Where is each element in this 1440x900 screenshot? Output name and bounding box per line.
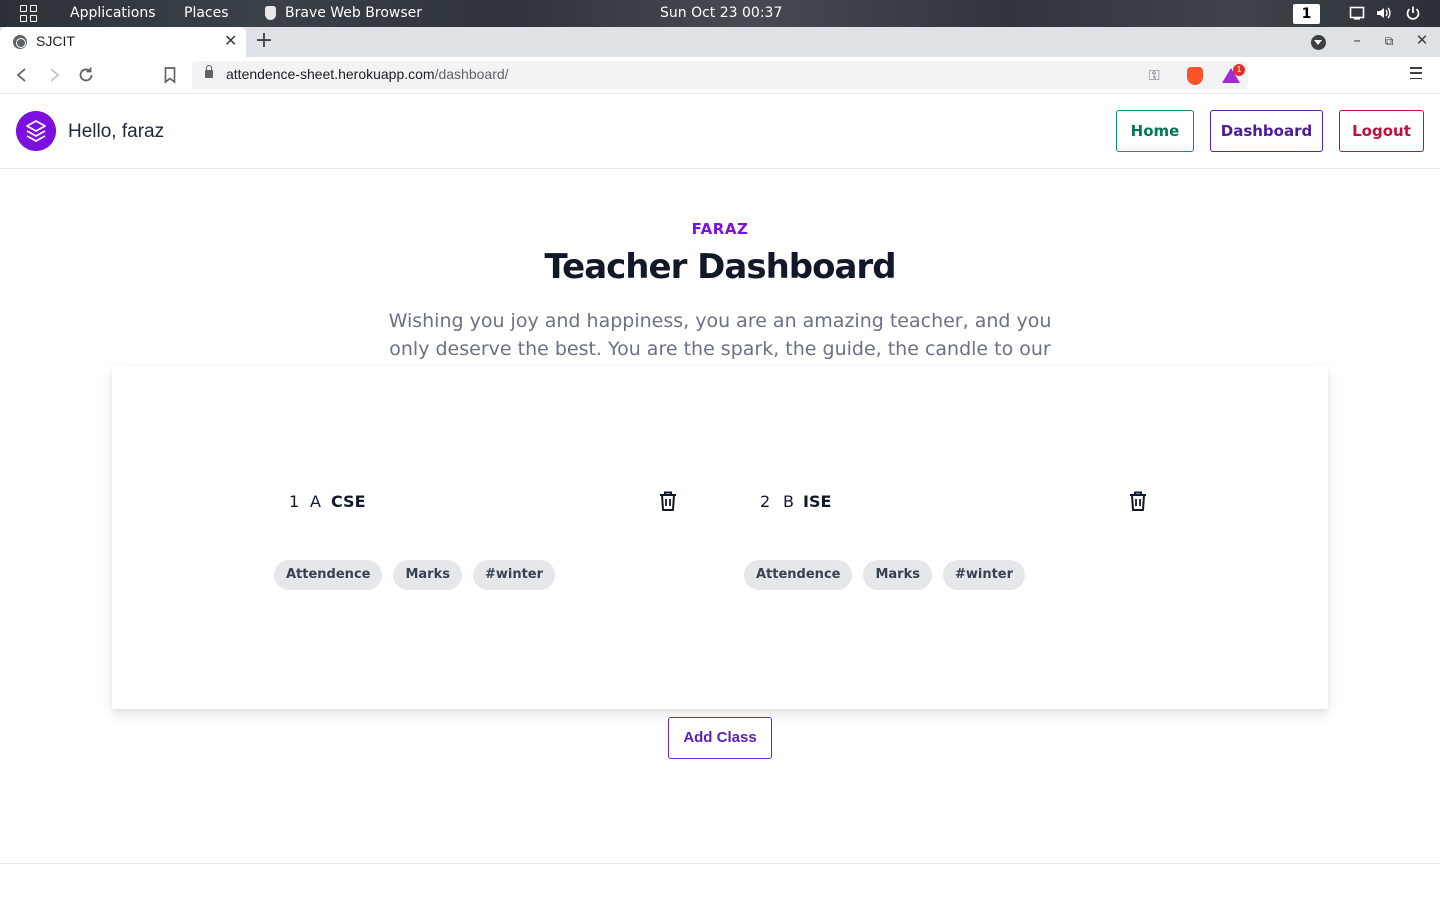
volume-icon[interactable] (1376, 5, 1392, 21)
forward-icon[interactable] (44, 65, 64, 85)
browser-toolbar: attendence-sheet.herokuapp.com/dashboard… (0, 57, 1440, 94)
address-bar[interactable]: attendence-sheet.herokuapp.com/dashboard… (192, 61, 1248, 89)
layers-logo-icon[interactable] (16, 111, 56, 151)
applications-menu[interactable]: Applications (70, 5, 156, 22)
close-window-icon[interactable]: ✕ (1413, 31, 1431, 49)
trash-icon[interactable] (658, 490, 678, 512)
trash-icon[interactable] (1128, 490, 1148, 512)
rewards-badge: 1 (1233, 64, 1245, 76)
tab-strip: SJCIT ✕ + – ⧉ ✕ (0, 27, 1440, 57)
class-department: ISE (803, 492, 832, 511)
lock-icon[interactable] (205, 65, 213, 78)
add-class-button[interactable]: Add Class (668, 717, 772, 759)
class-section: A (310, 492, 321, 511)
active-app-label[interactable]: Brave Web Browser (285, 5, 422, 22)
places-menu[interactable]: Places (184, 5, 229, 22)
tag-season[interactable]: #winter (472, 560, 556, 590)
minimize-icon[interactable]: – (1348, 31, 1366, 49)
power-icon[interactable] (1405, 5, 1421, 21)
new-tab-button[interactable]: + (254, 28, 274, 53)
os-top-bar: Applications Places Brave Web Browser Su… (0, 0, 1440, 27)
home-button[interactable]: Home (1116, 110, 1194, 152)
teacher-name: FARAZ (691, 220, 749, 238)
brave-icon (265, 6, 276, 20)
class-tags: Attendence Marks #winter (274, 560, 556, 590)
class-tags: Attendence Marks #winter (744, 560, 1026, 590)
dashboard-button[interactable]: Dashboard (1210, 110, 1323, 152)
class-number: 2 (760, 492, 771, 511)
clock[interactable]: Sun Oct 23 00:37 (660, 5, 782, 22)
class-item[interactable]: 2 B ISE Attendence Marks #winter (744, 366, 1214, 709)
tag-marks[interactable]: Marks (863, 560, 932, 590)
tab-search-icon[interactable] (1311, 35, 1326, 50)
footer-divider (0, 863, 1440, 864)
tag-attendence[interactable]: Attendence (274, 560, 383, 590)
app-header: Hello, faraz Home Dashboard Logout (0, 94, 1440, 169)
back-icon[interactable] (12, 65, 32, 85)
url-text[interactable]: attendence-sheet.herokuapp.com/dashboard… (226, 66, 509, 82)
bookmark-icon[interactable] (160, 65, 180, 85)
url-path: /dashboard/ (434, 66, 509, 82)
url-host: attendence-sheet.herokuapp.com (226, 66, 435, 82)
class-item[interactable]: 1 A CSE Attendence Marks #winter (274, 366, 744, 709)
close-tab-icon[interactable]: ✕ (224, 31, 237, 50)
class-number: 1 (289, 492, 300, 511)
tab-sjcit[interactable]: SJCIT ✕ (0, 27, 246, 57)
classes-card: 1 A CSE Attendence Marks #winter 2 B ISE… (112, 366, 1328, 709)
tag-marks[interactable]: Marks (393, 560, 462, 590)
class-department: CSE (331, 492, 366, 511)
tag-attendence[interactable]: Attendence (744, 560, 853, 590)
screen-icon[interactable] (1349, 5, 1365, 21)
app-grid-icon[interactable] (20, 5, 37, 22)
workspace-indicator[interactable]: 1 (1293, 4, 1320, 24)
brave-shields-icon[interactable] (1187, 67, 1203, 85)
logout-button[interactable]: Logout (1339, 110, 1424, 152)
tab-title: SJCIT (36, 33, 75, 49)
greeting-text: Hello, faraz (68, 121, 165, 142)
globe-icon (13, 35, 27, 49)
tag-season[interactable]: #winter (942, 560, 1026, 590)
page-title: Teacher Dashboard (544, 247, 896, 287)
restore-icon[interactable]: ⧉ (1380, 34, 1398, 49)
class-section: B (783, 492, 794, 511)
browser-menu-icon[interactable] (1410, 67, 1424, 83)
reload-icon[interactable] (76, 65, 96, 85)
password-key-icon[interactable]: ⚿ (1149, 68, 1160, 84)
